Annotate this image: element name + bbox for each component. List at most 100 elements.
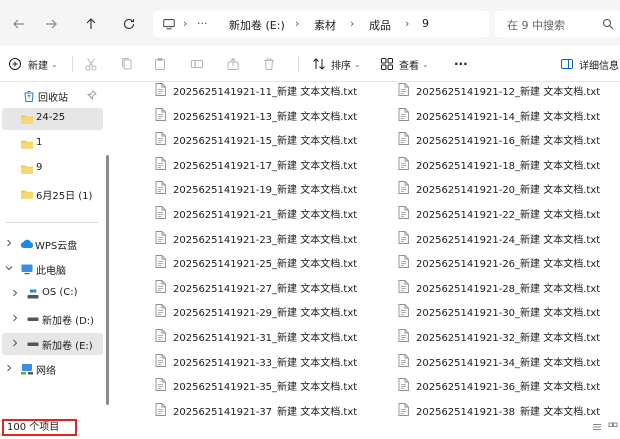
sidebar-item-june-25[interactable]: 6月25日 (1): [0, 183, 105, 205]
scissors-icon: [85, 58, 97, 71]
chevron-right-icon[interactable]: [10, 338, 20, 348]
details-button[interactable]: 详细信息: [560, 56, 619, 72]
text-file-icon: [398, 206, 409, 219]
navigation-pane: 回收站 24-25 1 9 6月25日 (1) WPS云盘 此电脑 OS (C:…: [0, 83, 105, 416]
copy-button[interactable]: [120, 56, 134, 72]
text-file-icon: [398, 83, 409, 96]
text-file-icon: [155, 206, 166, 219]
text-file-icon: [398, 181, 409, 195]
back-button[interactable]: [8, 13, 30, 35]
crumb-drive-e[interactable]: 新加卷 (E:): [229, 17, 285, 33]
text-file-icon: [155, 353, 166, 367]
sidebar-item-label: 网络: [36, 366, 56, 377]
crumb-sucai[interactable]: 素材: [314, 17, 336, 33]
file-name: 2025625141921-19_新建 文本文档.txt: [173, 185, 358, 197]
file-name: 2025625141921-25_新建 文本文档.txt: [173, 259, 358, 271]
sort-label: 排序: [331, 60, 351, 72]
text-file-icon: [155, 156, 166, 170]
sidebar-item-9[interactable]: 9: [0, 158, 105, 180]
search-box[interactable]: 在 9 中搜索: [495, 11, 620, 37]
sidebar-item-1[interactable]: 1: [0, 133, 105, 155]
arrow-up-icon: [86, 18, 96, 29]
toolbar-divider: [298, 56, 299, 72]
refresh-button[interactable]: [118, 13, 140, 35]
folder-icon: [21, 115, 33, 124]
tiles-view-icon[interactable]: [608, 422, 618, 432]
text-file-icon: [398, 279, 409, 293]
sidebar-item-recycle-bin[interactable]: 回收站: [0, 85, 105, 107]
chevron-down-icon: ⌄: [422, 59, 429, 69]
share-button[interactable]: [226, 56, 240, 72]
file-name: 2025625141921-32_新建 文本文档.txt: [416, 333, 601, 344]
pin-icon[interactable]: [87, 90, 97, 100]
chevron-right-icon[interactable]: [4, 238, 14, 248]
cut-button[interactable]: [84, 56, 98, 72]
sort-button[interactable]: 排序 ⌄: [312, 56, 361, 72]
sidebar-scrollbar-thumb[interactable]: [106, 155, 109, 405]
text-file-icon: [155, 230, 166, 244]
sidebar-item-label: WPS云盘: [35, 241, 78, 252]
drive-icon: [27, 342, 39, 346]
sidebar-item-label: 6月25日 (1): [36, 191, 93, 202]
crumb-9[interactable]: 9: [422, 17, 429, 30]
new-button[interactable]: 新建 ⌄: [8, 56, 58, 72]
arrow-right-icon: [46, 19, 57, 29]
view-button[interactable]: 查看 ⌄: [380, 56, 429, 72]
crumb-overflow[interactable]: ···: [197, 17, 208, 30]
up-button[interactable]: [80, 13, 102, 35]
sidebar-item-network[interactable]: 网络: [0, 358, 105, 380]
view-label: 查看: [399, 60, 419, 72]
crumb-chengpin[interactable]: 成品: [369, 17, 391, 33]
text-file-icon: [155, 279, 166, 293]
text-file-icon: [398, 378, 409, 392]
sidebar-item-drive-e[interactable]: 新加卷 (E:): [2, 333, 103, 355]
sidebar-divider: [6, 222, 98, 223]
chevron-right-icon[interactable]: [4, 363, 14, 373]
file-name: 2025625141921-34_新建 文本文档.txt: [416, 357, 601, 369]
sidebar-item-os-c[interactable]: OS (C:): [0, 283, 105, 305]
sidebar-item-label: 此电脑: [36, 266, 66, 277]
chevron-right-icon[interactable]: [10, 313, 20, 323]
plus-circle-icon: [9, 58, 21, 70]
forward-button[interactable]: [40, 13, 62, 35]
arrow-left-icon: [13, 19, 24, 29]
text-file-icon: [398, 156, 409, 170]
file-name: 2025625141921-23_新建 文本文档.txt: [173, 234, 358, 246]
search-input[interactable]: 在 9 中搜索: [507, 17, 565, 33]
text-file-icon: [155, 107, 166, 121]
file-name: 2025625141921-21_新建 文本文档.txt: [173, 210, 358, 221]
chevron-down-icon[interactable]: [4, 263, 14, 273]
file-name: 2025625141921-12_新建 文本文档.txt: [416, 87, 601, 98]
text-file-icon: [398, 304, 409, 318]
crumb-separator: ›: [405, 17, 410, 30]
sidebar-item-label: 新加卷 (E:): [42, 341, 93, 352]
address-box[interactable]: › ··· 新加卷 (E:) › 素材 › 成品 › 9: [153, 11, 489, 37]
file-name: 2025625141921-15_新建 文本文档.txt: [173, 136, 358, 148]
file-name: 2025625141921-11_新建 文本文档.txt: [173, 87, 358, 98]
chevron-right-icon[interactable]: [10, 288, 20, 298]
paste-button[interactable]: [153, 56, 167, 72]
drive-icon: [27, 317, 39, 321]
crumb-separator: ›: [295, 17, 300, 30]
copy-icon: [122, 58, 132, 70]
text-file-icon: [155, 132, 166, 146]
sidebar-item-wps-cloud[interactable]: WPS云盘: [0, 233, 105, 255]
details-view-icon[interactable]: [592, 422, 602, 432]
details-label: 详细信息: [579, 60, 619, 72]
computer-icon: [21, 264, 33, 275]
file-name: 2025625141921-33_新建 文本文档.txt: [173, 357, 358, 369]
sidebar-item-label: 24-25: [36, 112, 66, 123]
monitor-icon: [163, 19, 175, 30]
text-file-icon: [398, 353, 409, 367]
rename-button[interactable]: [190, 56, 204, 72]
more-button[interactable]: ···: [454, 56, 468, 72]
file-name: 2025625141921-22_新建 文本文档.txt: [416, 210, 601, 221]
sidebar-item-24-25[interactable]: 24-25: [2, 108, 103, 130]
sidebar-item-this-pc[interactable]: 此电脑: [0, 258, 105, 280]
text-file-icon: [398, 230, 409, 244]
text-file-icon: [155, 329, 166, 342]
sidebar-item-drive-d[interactable]: 新加卷 (D:): [0, 308, 105, 330]
text-file-icon: [155, 181, 166, 195]
delete-button[interactable]: [262, 56, 276, 72]
file-name: 2025625141921-14_新建 文本文档.txt: [416, 111, 601, 123]
